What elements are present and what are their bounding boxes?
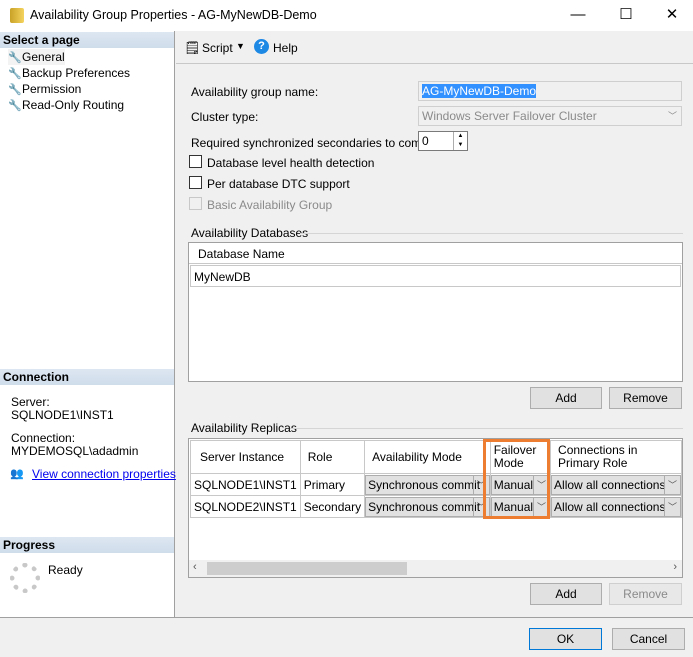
- title-bar: Availability Group Properties - AG-MyNew…: [0, 0, 693, 31]
- close-button[interactable]: ✕: [649, 0, 693, 30]
- cluster-type-select[interactable]: Windows Server Failover Cluster ﹀: [418, 106, 682, 126]
- scrollbar-thumb[interactable]: [207, 562, 407, 575]
- cancel-button[interactable]: Cancel: [612, 628, 685, 650]
- wrench-icon: 🔧: [8, 84, 22, 96]
- connection-header: Connection: [0, 369, 174, 385]
- cluster-type-value: Windows Server Failover Cluster: [422, 109, 597, 123]
- divider: [290, 428, 683, 429]
- chevron-down-icon: ﹀: [664, 497, 680, 516]
- availability-mode-select[interactable]: Synchronous commit ﹀: [365, 474, 490, 495]
- nav-label: Backup Preferences: [22, 66, 131, 80]
- help-icon: ?: [254, 39, 269, 54]
- failover-mode-highlight: [483, 439, 550, 519]
- minimize-button[interactable]: —: [555, 0, 601, 30]
- value: Synchronous commit: [368, 477, 481, 492]
- sidebar-item-read-only-routing[interactable]: 🔧Read-Only Routing: [8, 97, 124, 113]
- sidebar-item-general[interactable]: 🔧General: [8, 49, 65, 65]
- sidebar: Select a page 🔧General 🔧Backup Preferenc…: [0, 31, 176, 617]
- wrench-icon: 🔧: [8, 52, 22, 64]
- server-instance-cell: SQLNODE2\INST1: [190, 495, 301, 518]
- chevron-down-icon: ﹀: [664, 475, 680, 494]
- db-health-checkbox[interactable]: [189, 155, 202, 168]
- script-button[interactable]: Script: [202, 41, 233, 55]
- replica-row[interactable]: SQLNODE1\INST1 Primary Synchronous commi…: [190, 473, 682, 496]
- replicas-header-row: Server Instance Role Availability Mode F…: [190, 440, 682, 474]
- footer-divider: [0, 617, 693, 618]
- availability-databases-title: Availability Databases: [191, 226, 309, 240]
- cluster-type-label: Cluster type:: [191, 110, 259, 124]
- server-label: Server:: [11, 395, 50, 409]
- scroll-left-icon[interactable]: ‹: [193, 561, 197, 573]
- value: Allow all connections: [554, 499, 666, 514]
- databases-grid: Database Name MyNewDB: [188, 242, 683, 382]
- value: Allow all connections: [554, 477, 666, 492]
- sidebar-item-backup-preferences[interactable]: 🔧Backup Preferences: [8, 65, 130, 81]
- app-icon: [10, 8, 24, 23]
- value: Synchronous commit: [368, 499, 481, 514]
- chevron-down-icon: ﹀: [667, 111, 677, 121]
- database-name-header: Database Name: [189, 243, 682, 264]
- availability-mode-select[interactable]: Synchronous commit ﹀: [365, 496, 490, 517]
- toolbar: 🗒 Script ▼ ? Help: [176, 32, 693, 64]
- header-role: Role: [299, 440, 366, 474]
- connection-value: MYDEMOSQL\adadmin: [11, 444, 139, 458]
- progress-status: Ready: [48, 563, 83, 577]
- role-cell: Primary: [299, 473, 366, 496]
- replica-row[interactable]: SQLNODE2\INST1 Secondary Synchronous com…: [190, 495, 682, 518]
- script-icon: 🗒: [184, 40, 201, 55]
- header-availability-mode: Availability Mode: [364, 440, 491, 474]
- connection-label: Connection:: [11, 431, 76, 445]
- help-button[interactable]: Help: [273, 41, 298, 55]
- required-secondaries-stepper[interactable]: 0 ▲ ▼: [418, 131, 468, 151]
- databases-add-button[interactable]: Add: [530, 387, 602, 409]
- server-value: SQLNODE1\INST1: [11, 408, 114, 422]
- replicas-remove-button: Remove: [609, 583, 682, 605]
- nav-label: Read-Only Routing: [22, 98, 125, 112]
- dtc-checkbox[interactable]: [189, 176, 202, 189]
- nav-label: Permission: [22, 82, 82, 96]
- role-cell: Secondary: [299, 495, 366, 518]
- divider: [300, 233, 683, 234]
- view-connection-properties-link[interactable]: View connection properties: [32, 467, 176, 481]
- stepper-value: 0: [422, 134, 429, 148]
- script-dropdown-arrow-icon[interactable]: ▼: [236, 41, 245, 51]
- wrench-icon: 🔧: [8, 68, 22, 80]
- nav-label: General: [22, 50, 65, 64]
- availability-replicas-title: Availability Replicas: [191, 421, 297, 435]
- maximize-button[interactable]: ☐: [603, 0, 649, 30]
- basic-ag-checkbox: [189, 197, 202, 210]
- db-health-label: Database level health detection: [207, 156, 375, 170]
- replicas-add-button[interactable]: Add: [530, 583, 602, 605]
- horizontal-scrollbar[interactable]: ‹ ›: [189, 560, 682, 577]
- basic-ag-label: Basic Availability Group: [207, 198, 333, 212]
- databases-remove-button[interactable]: Remove: [609, 387, 682, 409]
- connections-primary-select[interactable]: Allow all connections ﹀: [551, 496, 681, 517]
- stepper-arrows-icon[interactable]: ▲ ▼: [453, 132, 467, 150]
- scroll-right-icon[interactable]: ›: [673, 561, 677, 573]
- replicas-grid: Server Instance Role Availability Mode F…: [188, 438, 683, 578]
- server-instance-cell: SQLNODE1\INST1: [190, 473, 301, 496]
- database-row[interactable]: MyNewDB: [190, 265, 681, 287]
- people-icon: 👥: [10, 468, 24, 480]
- window-title: Availability Group Properties - AG-MyNew…: [30, 8, 317, 22]
- progress-spinner-icon: [10, 563, 40, 593]
- required-secondaries-label: Required synchronized secondaries to com…: [191, 136, 441, 150]
- replicas-table: Server Instance Role Availability Mode F…: [190, 440, 682, 518]
- header-server-instance: Server Instance: [190, 440, 301, 474]
- wrench-icon: 🔧: [8, 100, 22, 112]
- progress-header: Progress: [0, 537, 174, 553]
- ok-button[interactable]: OK: [529, 628, 602, 650]
- ag-name-label: Availability group name:: [191, 85, 319, 99]
- sidebar-item-permission[interactable]: 🔧Permission: [8, 81, 81, 97]
- select-page-header: Select a page: [0, 32, 174, 48]
- dtc-label: Per database DTC support: [207, 177, 350, 191]
- ag-name-value: AG-MyNewDB-Demo: [422, 84, 537, 98]
- header-connections-primary: Connections in Primary Role: [550, 440, 682, 474]
- ag-name-field[interactable]: AG-MyNewDB-Demo: [418, 81, 682, 101]
- connections-primary-select[interactable]: Allow all connections ﹀: [551, 474, 681, 495]
